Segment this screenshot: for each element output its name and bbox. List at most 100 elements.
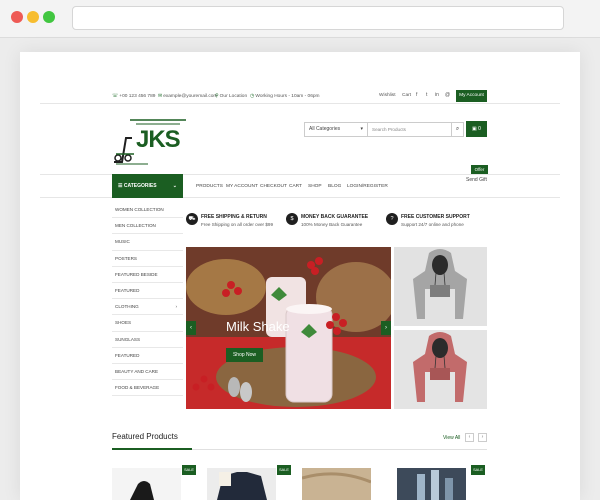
- linkedin-icon[interactable]: in: [435, 92, 439, 98]
- category-select[interactable]: All Categories ▾: [304, 122, 368, 137]
- sidebar-item-featured[interactable]: FEATURED: [112, 283, 183, 300]
- sidebar-item-men-collection[interactable]: MEN COLLECTION: [112, 218, 183, 235]
- categories-label: CATEGORIES: [123, 183, 157, 189]
- section-divider-accent: [112, 448, 192, 450]
- shop-now-button[interactable]: Shop Now: [226, 348, 263, 362]
- category-select-value: All Categories: [309, 126, 341, 132]
- maximize-window-button[interactable]: [43, 11, 55, 23]
- featured-products-title: Featured Products: [112, 432, 178, 441]
- carousel-prev-button[interactable]: ‹: [465, 433, 474, 442]
- nav-shop[interactable]: SHOP: [308, 184, 322, 189]
- sidebar-item-label: CLOTHING: [115, 304, 139, 310]
- location-pin-icon: ⚲: [215, 93, 219, 99]
- feature-subtitle: Support 24/7 online and phone: [401, 222, 464, 227]
- categories-toggle[interactable]: ☰ CATEGORIES ⌄: [112, 174, 183, 198]
- hours-info: ◷Working Hours - 10am - 06pm: [250, 93, 320, 99]
- phone-info[interactable]: ☏+00 123 456 789: [112, 93, 155, 99]
- phone-icon: ☏: [112, 93, 119, 99]
- sidebar-item-clothing[interactable]: CLOTHING ›: [112, 299, 183, 316]
- site-logo[interactable]: JKS: [112, 110, 192, 166]
- feature-title: FREE CUSTOMER SUPPORT: [401, 214, 470, 220]
- feature-title: MONEY BACK GUARANTEE: [301, 214, 369, 220]
- sale-badge: SALE: [471, 465, 485, 475]
- product-card[interactable]: [302, 468, 371, 500]
- close-window-button[interactable]: [11, 11, 23, 23]
- email-text: example@youremail.com: [163, 94, 218, 99]
- my-account-button[interactable]: My Account: [456, 90, 487, 102]
- product-image-jacket: [207, 468, 276, 500]
- nav-login-register[interactable]: LOGIN/REGISTER: [347, 184, 388, 189]
- feature-subtitle: 100% Money Back Guarantee: [301, 222, 363, 227]
- offer-badge: Offer: [471, 165, 488, 174]
- slider-next-button[interactable]: ›: [381, 321, 391, 335]
- search-input[interactable]: Search Products: [368, 122, 452, 137]
- sidebar-item-featured-beside[interactable]: FEATURED BESIDE: [112, 267, 183, 283]
- store-content: ☏+00 123 456 789 ✉example@youremail.com …: [40, 88, 560, 500]
- cart-count: 0: [478, 126, 481, 132]
- sidebar-item-music[interactable]: MUSIC: [112, 234, 183, 251]
- chevron-right-icon: ›: [175, 304, 177, 310]
- nav-blog[interactable]: BLOG: [328, 184, 341, 189]
- address-bar[interactable]: [72, 6, 564, 30]
- sidebar-item-food-beverage[interactable]: FOOD & BEVERAGE: [112, 380, 183, 397]
- hero-title: Milk Shake: [226, 319, 290, 334]
- banner-grey-hoodie[interactable]: [394, 247, 487, 326]
- nav-products[interactable]: PRODUCTS: [196, 184, 223, 189]
- red-hoodie-image: [394, 330, 487, 409]
- slider-prev-button[interactable]: ‹: [186, 321, 196, 335]
- money-icon: $: [286, 213, 298, 225]
- sale-badge: SALE: [277, 465, 291, 475]
- search-button[interactable]: ⌕: [452, 122, 464, 137]
- carousel-next-button[interactable]: ›: [478, 433, 487, 442]
- cart-button[interactable]: ▣ 0: [466, 121, 487, 137]
- chevron-right-icon: ›: [481, 434, 484, 440]
- grey-hoodie-image: [394, 247, 487, 326]
- product-image-bottles: [397, 468, 466, 500]
- chevron-right-icon: ›: [385, 325, 387, 331]
- location-info[interactable]: ⚲Our Location: [215, 93, 247, 99]
- twitter-icon[interactable]: t: [426, 92, 427, 98]
- chevron-left-icon: ‹: [190, 325, 192, 331]
- sidebar-item-beauty-and-care[interactable]: BEAUTY AND CARE: [112, 364, 183, 381]
- category-list: WOMEN COLLECTION MEN COLLECTION MUSIC PO…: [112, 202, 183, 397]
- sidebar-item-featured-2[interactable]: FEATURED: [112, 348, 183, 364]
- facebook-icon[interactable]: f: [416, 92, 417, 98]
- product-card[interactable]: [207, 468, 276, 500]
- feature-title: FREE SHIPPING & RETURN: [201, 214, 267, 220]
- product-card[interactable]: [112, 468, 181, 500]
- nav-cart[interactable]: CART: [289, 184, 302, 189]
- chevron-down-icon: ⌄: [172, 183, 177, 189]
- view-all-link[interactable]: View All: [443, 435, 460, 441]
- hours-text: Working Hours - 10am - 06pm: [255, 94, 320, 99]
- email-icon: ✉: [158, 93, 163, 99]
- banner-red-hoodie[interactable]: [394, 330, 487, 409]
- chevron-left-icon: ‹: [468, 434, 471, 440]
- nav-checkout[interactable]: CHECKOUT: [260, 184, 287, 189]
- logo-text: JKS: [136, 126, 181, 153]
- email-info[interactable]: ✉example@youremail.com: [158, 93, 217, 99]
- sidebar-item-sunglass[interactable]: SUNGLASS: [112, 332, 183, 348]
- sidebar-item-posters[interactable]: POSTERS: [112, 251, 183, 267]
- sidebar-item-women-collection[interactable]: WOMEN COLLECTION: [112, 202, 183, 219]
- hero-slider[interactable]: Milk Shake Shop Now ‹ ›: [186, 247, 391, 409]
- clock-icon: ◷: [250, 93, 255, 99]
- instagram-icon[interactable]: @: [445, 92, 450, 98]
- feature-subtitle: Free Shipping on all order over $99: [201, 222, 274, 227]
- minimize-window-button[interactable]: [27, 11, 39, 23]
- wishlist-link[interactable]: Wishlist: [379, 93, 396, 98]
- location-text: Our Location: [219, 94, 248, 99]
- product-card[interactable]: [397, 468, 466, 500]
- sidebar-item-shoes[interactable]: SHOES: [112, 315, 183, 332]
- top-info-bar: ☏+00 123 456 789 ✉example@youremail.com …: [40, 88, 560, 104]
- sale-badge: SALE: [182, 465, 196, 475]
- phone-text: +00 123 456 789: [119, 94, 156, 99]
- search-icon: ⌕: [455, 126, 460, 132]
- product-image-shoe: [112, 468, 181, 500]
- nav-my-account[interactable]: MY ACCOUNT: [226, 184, 258, 189]
- chevron-down-icon: ▾: [360, 126, 363, 132]
- truck-icon: ⛟: [186, 213, 198, 225]
- support-icon: ?: [386, 213, 398, 225]
- product-image-burlap: [302, 468, 371, 500]
- cart-link[interactable]: Cart: [402, 93, 411, 98]
- browser-chrome: [0, 0, 600, 38]
